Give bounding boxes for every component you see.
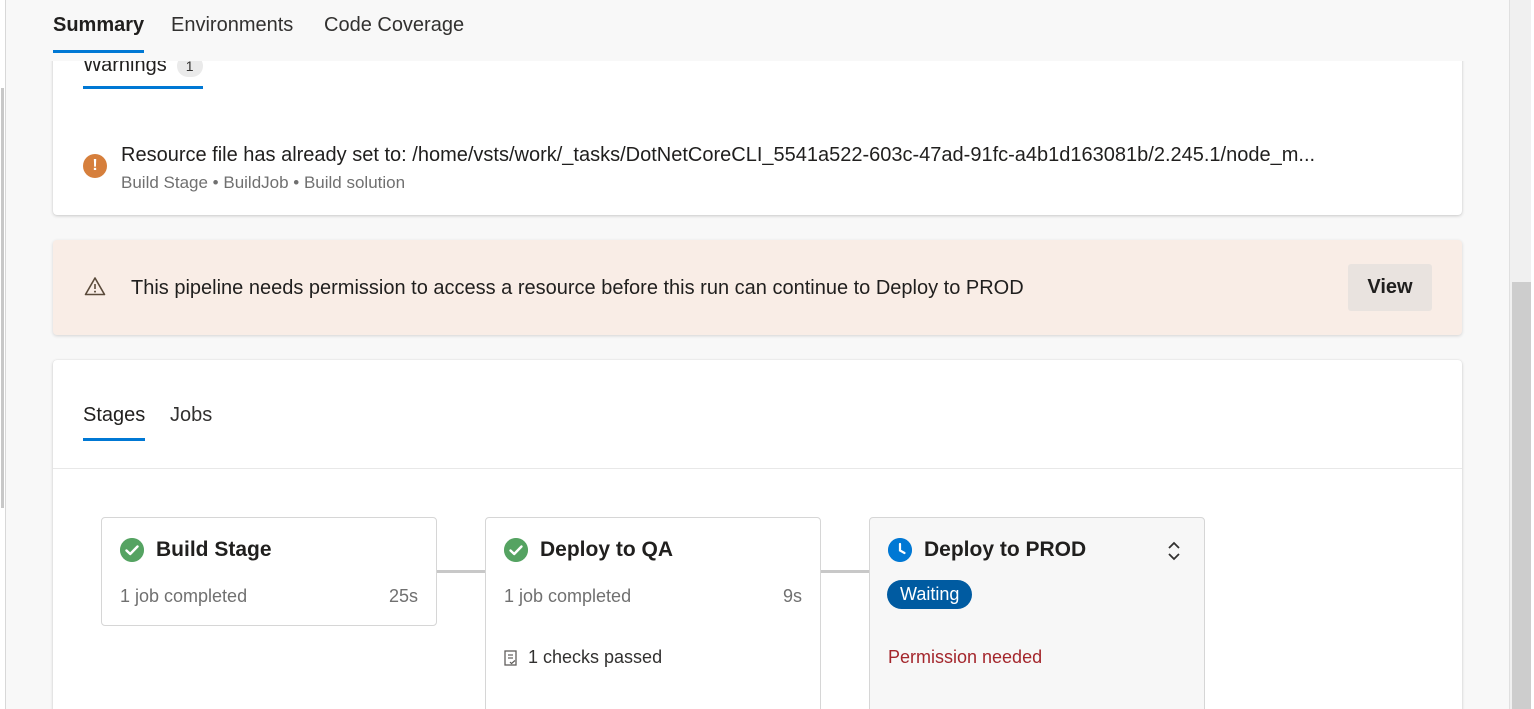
banner-text: This pipeline needs permission to access… [131,277,1024,299]
left-scroll-thumb[interactable] [1,88,4,508]
exclamation-icon: ! [83,154,107,178]
checklist-icon [504,649,517,666]
checks-status[interactable]: 1 checks passed [504,647,662,668]
status-badge: Waiting [887,580,973,609]
stage-summary: 1 job completed [120,586,248,606]
view-button[interactable]: View [1348,264,1432,311]
stage-title: Deploy to PROD [924,538,1087,561]
tab-summary[interactable]: Summary [53,14,145,53]
warning-path: Build Stage • BuildJob • Build solution [121,173,406,192]
warnings-card: Warnings 1 ! Resource file has already s… [53,40,1462,215]
clock-icon [888,538,912,562]
tab-code-coverage[interactable]: Code Coverage [324,14,464,53]
permission-banner: This pipeline needs permission to access… [53,240,1462,335]
check-circle-icon [504,538,528,562]
checks-label: 1 checks passed [528,647,663,667]
chevron-up-down-icon[interactable] [1166,540,1182,562]
stage-title: Deploy to QA [540,538,674,561]
tab-jobs[interactable]: Jobs [170,404,212,441]
stages-card: Stages Jobs Build Stage 1 job completed … [53,360,1462,709]
stage-card-qa[interactable]: Deploy to QA 1 job completed 9s 1 checks… [485,517,821,709]
stage-duration: 25s [388,586,418,606]
stage-duration: 9s [782,586,802,606]
stage-connector [437,570,485,573]
permission-needed-text[interactable]: Permission needed [888,647,1042,668]
stage-card-build[interactable]: Build Stage 1 job completed 25s [101,517,437,626]
left-scroll-edge [0,0,6,709]
vertical-scrollbar[interactable] [1509,0,1534,709]
scrollbar-thumb[interactable] [1512,282,1532,709]
check-circle-icon [120,538,144,562]
divider [53,468,1462,469]
stage-connector [821,570,869,573]
stage-title: Build Stage [156,538,272,561]
tab-environments[interactable]: Environments [171,14,293,53]
stage-card-prod[interactable]: Deploy to PROD Waiting Permission needed [869,517,1205,709]
warning-triangle-icon [84,277,106,296]
top-tab-bar: Summary Environments Code Coverage [6,0,1509,61]
stage-summary: 1 job completed [504,586,632,606]
tab-stages[interactable]: Stages [83,404,146,441]
warning-message[interactable]: Resource file has already set to: /home/… [121,144,1315,167]
